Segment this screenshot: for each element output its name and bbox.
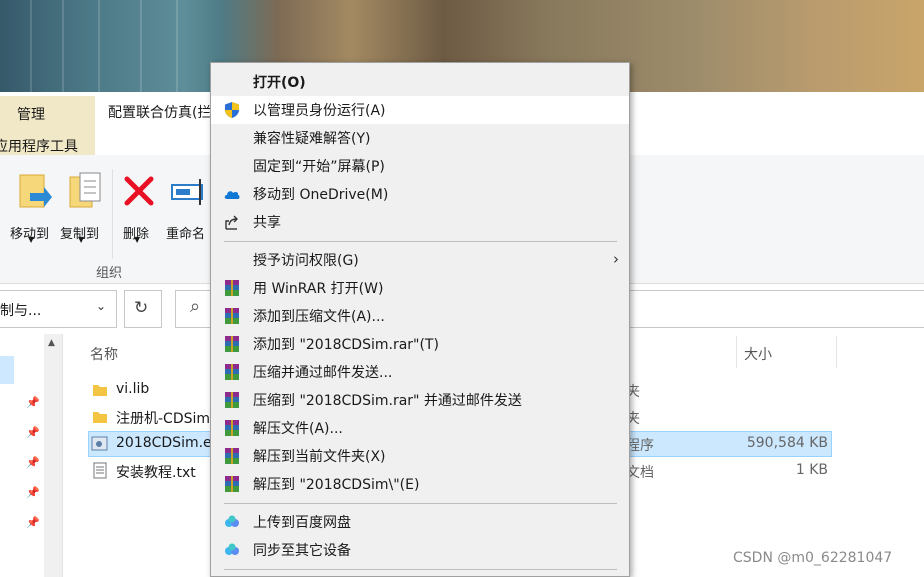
baidu-netdisk-icon [225,543,239,555]
menu-item-move-to-onedrive[interactable]: 移动到 OneDrive(M) [211,180,629,208]
chevron-right-icon: › [613,250,619,268]
menu-item-extract-files[interactable]: 解压文件(A)... [211,414,629,442]
winrar-icon [225,364,239,380]
pin-icon: 📌 [26,426,40,439]
folder-icon [93,412,107,423]
menu-item-add-to-rar[interactable]: 添加到 "2018CDSim.rar"(T) [211,330,629,358]
menu-item-grant-access[interactable]: 授予访问权限(G) › [211,246,629,274]
ribbon-tab-manage[interactable] [0,96,95,129]
delete-button[interactable]: 删除 ▼ [118,165,160,245]
chevron-down-icon[interactable]: ⌄ [96,299,106,313]
copy-to-button[interactable]: 复制到 ▼ [58,165,106,245]
rename-icon [171,179,203,205]
menu-item-winrar-open[interactable]: 用 WinRAR 打开(W) [211,274,629,302]
delete-x-icon [124,176,154,206]
winrar-icon [225,476,239,492]
menu-item-add-to-archive[interactable]: 添加到压缩文件(A)... [211,302,629,330]
copy-to-icon [69,172,101,208]
file-name: 注册机-CDSim [116,411,211,427]
menu-item-label: 兼容性疑难解答(Y) [253,131,371,147]
menu-item-compat-troubleshoot[interactable]: 兼容性疑难解答(Y) [211,124,629,152]
menu-item-open[interactable]: 打开(O) [211,68,629,96]
file-type: 文档 [626,465,654,481]
nav-scrollbar[interactable]: ▲ [44,334,62,577]
text-file-icon [93,462,107,479]
menu-separator [224,569,617,570]
menu-separator [224,503,617,504]
menu-item-label: 压缩并通过邮件发送... [253,365,393,381]
file-name: 安装教程.txt [116,465,196,481]
chevron-down-icon: ▼ [28,235,35,244]
menu-item-run-as-admin[interactable]: 以管理员身份运行(A) [211,96,629,124]
menu-item-label: 以管理员身份运行(A) [253,103,386,119]
menu-item-label: 固定到“开始”屏幕(P) [253,159,385,175]
pin-icon: 📌 [26,486,40,499]
menu-separator [224,241,617,242]
file-size: 1 KB [795,462,828,478]
chevron-down-icon: ▼ [78,235,85,244]
menu-item-label: 解压文件(A)... [253,421,343,437]
ribbon-tab-app-tools-label: 应用程序工具 [0,139,78,155]
file-name: vi.lib [116,381,150,397]
folder-icon [93,385,107,396]
file-name: 2018CDSim.e [116,435,212,451]
rename-label: 重命名 [166,227,206,242]
window-title-tab[interactable]: 配置联合仿真(拦 [108,102,211,122]
refresh-icon: ↻ [134,298,149,318]
refresh-button[interactable]: ↻ [124,290,162,328]
share-icon [225,215,238,230]
winrar-icon [225,336,239,352]
context-menu: 打开(O) 以管理员身份运行(A) 兼容性疑难解答(Y) 固定到“开始”屏幕(P… [210,62,630,577]
menu-item-label: 添加到 "2018CDSim.rar"(T) [253,337,439,353]
nav-selected-item[interactable] [0,356,14,384]
menu-item-upload-baidu[interactable]: 上传到百度网盘 [211,508,629,536]
chevron-down-icon: ▼ [134,235,141,244]
winrar-icon [225,420,239,436]
column-header-name[interactable]: 名称 [90,344,118,364]
move-to-button[interactable]: 移动到 ▼ [8,165,56,245]
menu-item-label: 共享 [253,215,281,231]
winrar-icon [225,448,239,464]
menu-item-compress-and-email[interactable]: 压缩并通过邮件发送... [211,358,629,386]
move-to-icon [19,174,52,208]
menu-item-sync-devices[interactable]: 同步至其它设备 [211,536,629,564]
menu-item-extract-here[interactable]: 解压到当前文件夹(X) [211,442,629,470]
menu-item-label: 解压到当前文件夹(X) [253,449,386,465]
menu-item-label: 压缩到 "2018CDSim.rar" 并通过邮件发送 [253,393,522,409]
uac-shield-icon [225,102,239,118]
search-icon: ⌕ [190,296,201,317]
exe-icon [91,436,108,451]
menu-item-extract-to-folder[interactable]: 解压到 "2018CDSim\"(E) [211,470,629,498]
menu-item-label: 用 WinRAR 打开(W) [253,281,384,297]
file-size: 590,584 KB [746,435,828,451]
pin-icon: 📌 [26,516,40,529]
baidu-netdisk-icon [225,515,239,527]
address-path-text: 制与... [0,303,42,319]
winrar-icon [225,308,239,324]
column-header-size[interactable]: 大小 [744,344,772,364]
file-type: 程序 [626,438,654,454]
ribbon-group-organize-label: 组织 [96,266,123,281]
menu-item-pin-to-start[interactable]: 固定到“开始”屏幕(P) [211,152,629,180]
menu-item-label: 授予访问权限(G) [253,253,359,269]
winrar-icon [225,280,239,296]
pin-icon: 📌 [26,456,40,469]
menu-item-label: 解压到 "2018CDSim\"(E) [253,477,420,493]
rename-button[interactable]: 重命名 [164,165,210,245]
onedrive-cloud-icon [224,191,240,199]
menu-item-label: 打开(O) [253,75,306,91]
menu-item-share[interactable]: 共享 [211,208,629,236]
menu-item-label: 添加到压缩文件(A)... [253,309,385,325]
menu-item-compress-to-rar-and-email[interactable]: 压缩到 "2018CDSim.rar" 并通过邮件发送 [211,386,629,414]
menu-item-label: 同步至其它设备 [253,543,351,559]
winrar-icon [225,392,239,408]
pin-icon: 📌 [26,396,40,409]
watermark-text: CSDN @m0_62281047 [733,550,893,566]
ribbon-tab-manage-label: 管理 [17,107,45,123]
menu-item-label: 移动到 OneDrive(M) [253,187,389,203]
menu-item-label: 上传到百度网盘 [253,515,351,531]
scroll-up-arrow-icon[interactable]: ▲ [48,338,55,348]
